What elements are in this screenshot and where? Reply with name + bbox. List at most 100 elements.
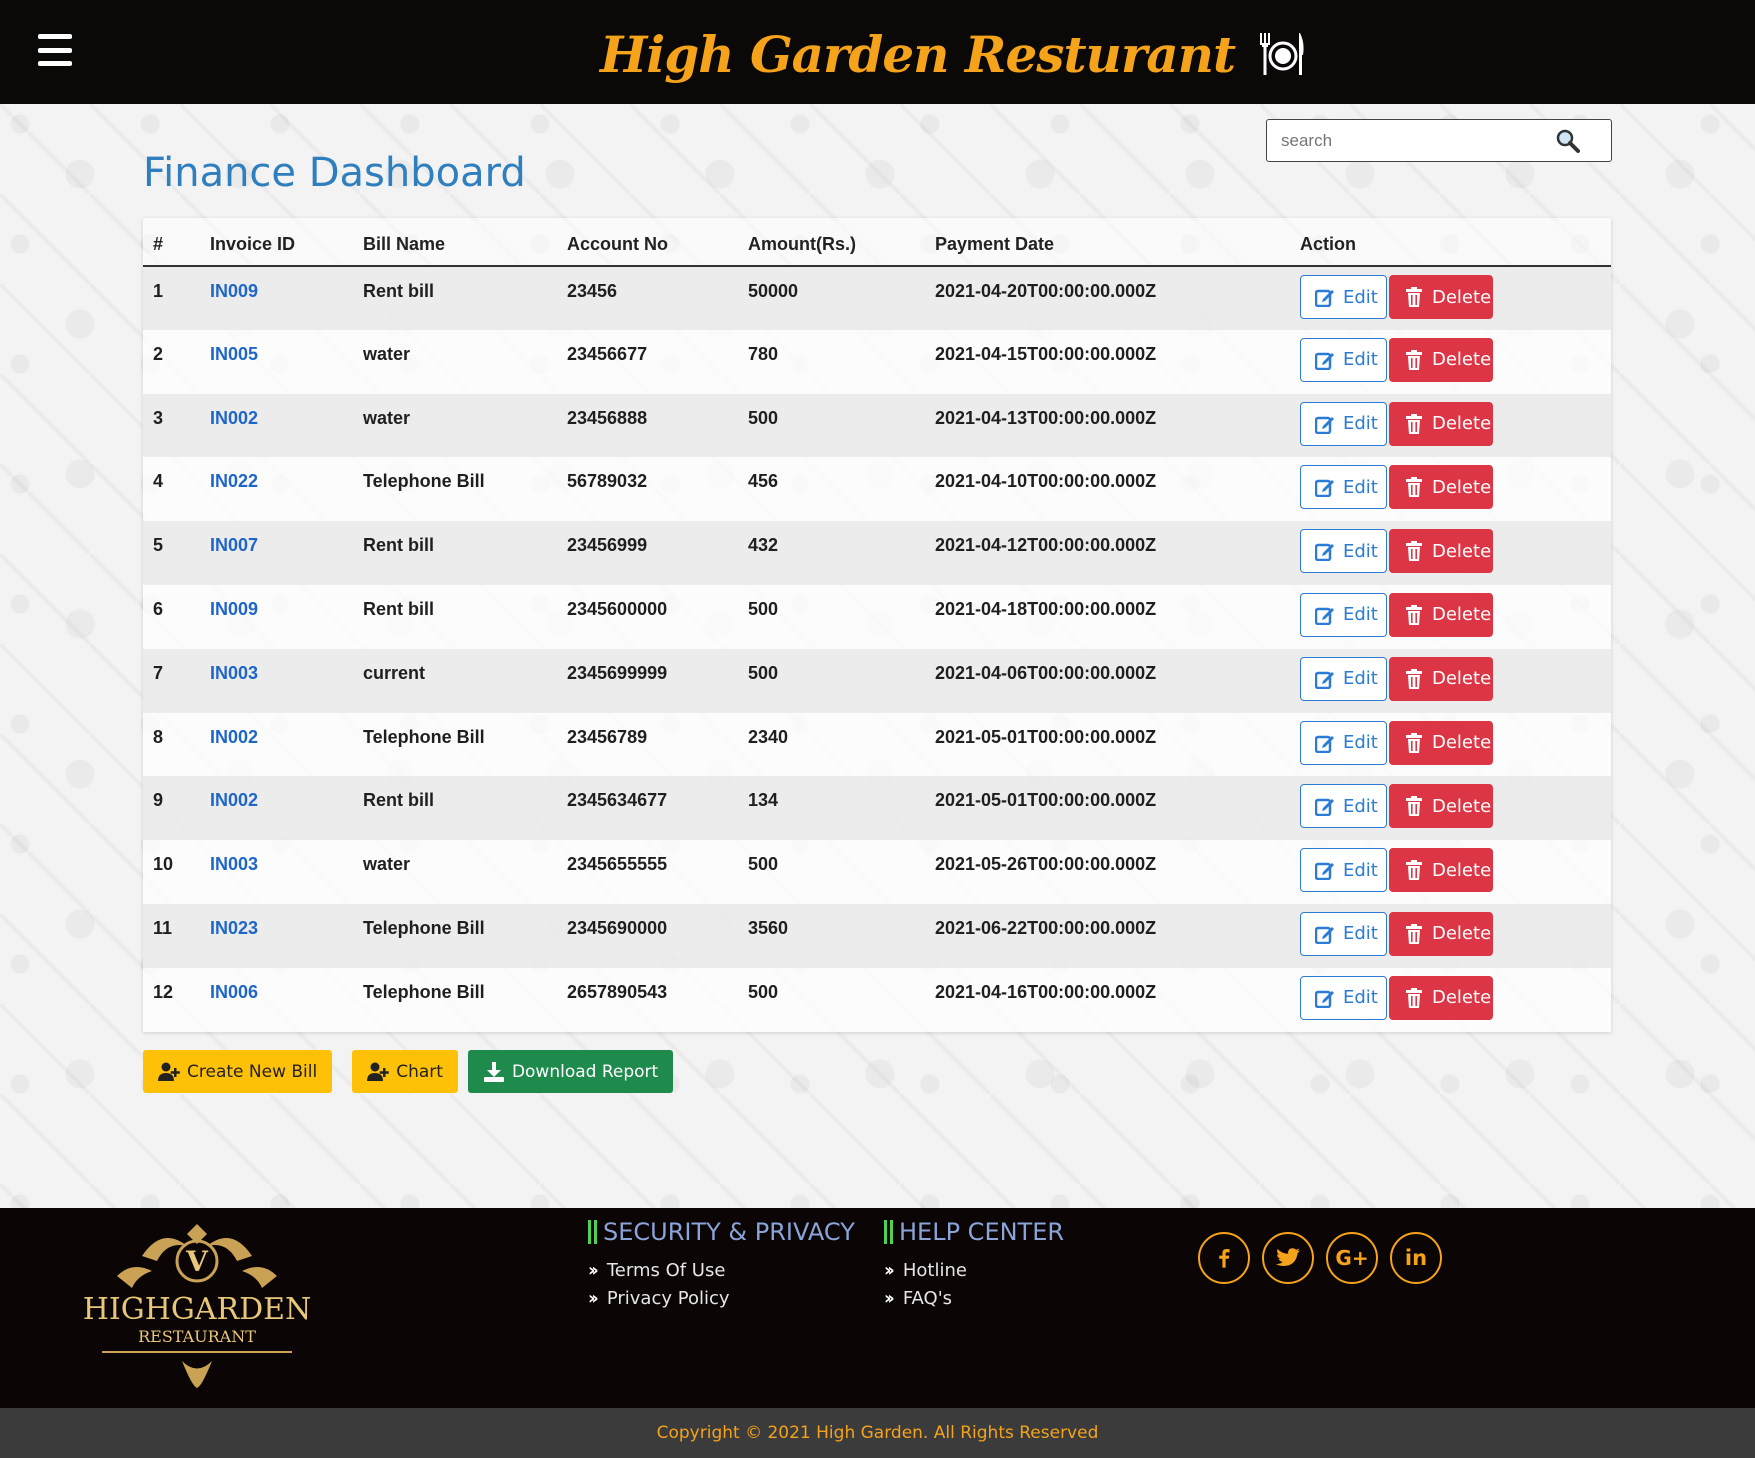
delete-button[interactable]: Delete <box>1389 465 1493 510</box>
privacy-policy-link[interactable]: ›› Privacy Policy <box>588 1284 855 1312</box>
bill-name: Rent bill <box>353 776 557 841</box>
amount: 500 <box>738 840 925 904</box>
payment-date: 2021-04-06T00:00:00.000Z <box>925 648 1290 713</box>
row-number: 10 <box>143 840 200 904</box>
col-header-amount: Amount(Rs.) <box>738 218 925 267</box>
amount: 432 <box>738 521 925 585</box>
invoice-id-link[interactable]: IN002 <box>200 393 353 458</box>
delete-label: Delete <box>1432 413 1492 435</box>
trash-icon <box>1406 541 1422 562</box>
edit-button[interactable]: Edit <box>1300 529 1387 574</box>
trash-icon <box>1406 987 1422 1008</box>
edit-button[interactable]: Edit <box>1300 337 1387 382</box>
invoice-id-link[interactable]: IN007 <box>200 521 353 585</box>
faqs-link[interactable]: ›› FAQ's <box>884 1284 1064 1312</box>
bill-name: Rent bill <box>353 584 557 649</box>
delete-button[interactable]: Delete <box>1389 529 1493 574</box>
chart-label: Chart <box>396 1061 443 1082</box>
row-number: 8 <box>143 712 200 777</box>
edit-button[interactable]: Edit <box>1300 656 1387 701</box>
trash-icon <box>1406 604 1422 625</box>
table-row: 9 IN002 Rent bill 2345634677 134 2021-05-01T0… <box>143 776 1611 841</box>
terms-of-use-link[interactable]: ›› Terms Of Use <box>588 1256 855 1284</box>
delete-label: Delete <box>1432 859 1492 881</box>
download-report-button[interactable]: Download Report <box>467 1050 674 1093</box>
delete-button[interactable]: Delete <box>1389 275 1493 319</box>
search-input[interactable] <box>1267 130 1555 151</box>
linkedin-icon[interactable]: in <box>1390 1232 1442 1284</box>
row-actions: Edit Delete <box>1290 840 1611 904</box>
edit-button[interactable]: Edit <box>1300 848 1387 893</box>
delete-button[interactable]: Delete <box>1389 656 1493 701</box>
delete-button[interactable]: Delete <box>1389 592 1493 637</box>
delete-button[interactable]: Delete <box>1389 337 1493 382</box>
top-header: High Garden Resturant <box>0 0 1755 104</box>
table-row: 8 IN002 Telephone Bill 23456789 2340 2021-05-… <box>143 712 1611 777</box>
invoice-id-link[interactable]: IN009 <box>200 266 353 330</box>
col-header-bill-name: Bill Name <box>353 218 557 267</box>
edit-label: Edit <box>1343 668 1378 690</box>
delete-button[interactable]: Delete <box>1389 911 1493 956</box>
edit-button[interactable]: Edit <box>1300 975 1387 1020</box>
edit-button[interactable]: Edit <box>1300 401 1387 446</box>
bill-name: current <box>353 648 557 713</box>
delete-button[interactable]: Delete <box>1389 975 1493 1020</box>
hamburger-menu-icon[interactable] <box>38 34 72 66</box>
amount: 500 <box>738 967 925 1032</box>
invoice-id-link[interactable]: IN002 <box>200 776 353 841</box>
plate-cutlery-icon <box>1260 33 1304 75</box>
edit-label: Edit <box>1343 540 1378 562</box>
account-no: 2345690000 <box>557 903 738 968</box>
invoice-id-link[interactable]: IN006 <box>200 967 353 1032</box>
edit-button[interactable]: Edit <box>1300 784 1387 829</box>
row-actions: Edit Delete <box>1290 584 1611 649</box>
invoice-id-link[interactable]: IN005 <box>200 329 353 394</box>
create-new-bill-button[interactable]: Create New Bill <box>143 1050 333 1093</box>
row-actions: Edit Delete <box>1290 457 1611 522</box>
edit-icon <box>1315 607 1334 625</box>
edit-icon <box>1315 926 1334 944</box>
delete-label: Delete <box>1432 795 1492 817</box>
account-no: 56789032 <box>557 457 738 522</box>
edit-label: Edit <box>1343 987 1378 1009</box>
row-actions: Edit Delete <box>1290 712 1611 777</box>
payment-date: 2021-04-10T00:00:00.000Z <box>925 457 1290 522</box>
hotline-link[interactable]: ›› Hotline <box>884 1256 1064 1284</box>
search-icon[interactable] <box>1555 128 1581 154</box>
edit-label: Edit <box>1343 795 1378 817</box>
download-report-label: Download Report <box>511 1061 659 1082</box>
invoice-id-link[interactable]: IN023 <box>200 903 353 968</box>
user-plus-icon <box>158 1062 180 1081</box>
delete-button[interactable]: Delete <box>1389 401 1493 446</box>
chart-button[interactable]: Chart <box>352 1050 458 1093</box>
trash-icon <box>1406 413 1422 434</box>
invoice-id-link[interactable]: IN009 <box>200 584 353 649</box>
edit-button[interactable]: Edit <box>1300 465 1387 510</box>
invoice-id-link[interactable]: IN003 <box>200 840 353 904</box>
help-center-heading: HELP CENTER <box>884 1208 1064 1256</box>
edit-icon <box>1315 799 1334 817</box>
bill-name: Telephone Bill <box>353 457 557 522</box>
invoice-id-link[interactable]: IN022 <box>200 457 353 522</box>
edit-button[interactable]: Edit <box>1300 911 1387 956</box>
delete-button[interactable]: Delete <box>1389 720 1493 765</box>
edit-label: Edit <box>1343 286 1378 308</box>
google-plus-icon[interactable]: G+ <box>1326 1232 1378 1284</box>
twitter-icon[interactable] <box>1262 1232 1314 1284</box>
invoice-id-link[interactable]: IN002 <box>200 712 353 777</box>
table-row: 3 IN002 water 23456888 500 2021-04-13T00:00:0… <box>143 393 1611 458</box>
edit-button[interactable]: Edit <box>1300 720 1387 765</box>
delete-button[interactable]: Delete <box>1389 784 1493 829</box>
help-center-column: HELP CENTER ›› Hotline ›› FAQ's <box>884 1208 1064 1312</box>
edit-button[interactable]: Edit <box>1300 592 1387 637</box>
facebook-icon[interactable] <box>1198 1232 1250 1284</box>
finance-table: # Invoice ID Bill Name Account No Amount… <box>143 218 1611 1032</box>
delete-button[interactable]: Delete <box>1389 848 1493 893</box>
row-number: 6 <box>143 584 200 649</box>
account-no: 2345655555 <box>557 840 738 904</box>
user-plus-icon <box>367 1062 389 1081</box>
row-number: 5 <box>143 521 200 585</box>
invoice-id-link[interactable]: IN003 <box>200 648 353 713</box>
edit-button[interactable]: Edit <box>1300 275 1387 319</box>
edit-icon <box>1315 480 1334 498</box>
